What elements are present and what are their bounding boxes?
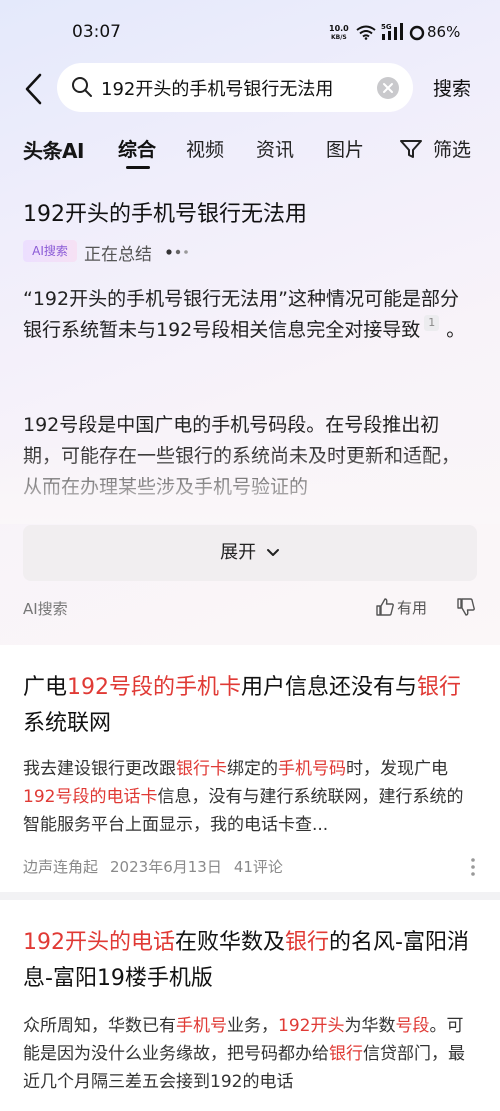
result-snippet: 我去建设银行更改跟银行卡绑定的手机号码时，发现广电192号段的电话卡信息，没有与… [23, 755, 477, 839]
tab-images[interactable]: 图片 [326, 135, 364, 162]
status-bar: 03:07 10.0 KB/S 5G 86% [0, 0, 500, 62]
snippet-part: 为华数 [344, 1016, 396, 1036]
title-part: 在败华数及 [175, 930, 286, 955]
network-speed-value: 10.0 [329, 24, 349, 33]
title-highlight: 192开头的电话 [23, 930, 175, 955]
snippet-part: 时，发现广电 [346, 759, 448, 779]
snippet-highlight: 192开头 [278, 1016, 345, 1036]
search-result-card[interactable]: 192开头的电话在败华数及银行的名风-富阳消息-富阳19楼手机版 众所周知，华数… [0, 900, 500, 1111]
title-highlight: 192号段的手机卡 [67, 675, 242, 700]
network-speed-unit: KB/S [331, 34, 347, 41]
clear-icon[interactable] [377, 77, 399, 99]
thumbs-down-icon[interactable] [457, 598, 475, 616]
tab-news[interactable]: 资讯 [256, 135, 294, 162]
snippet-highlight: 银行 [329, 1044, 363, 1064]
result-date: 2023年6月13日 [110, 858, 222, 876]
snippet-part: 众所周知，华数已有 [23, 1016, 176, 1036]
search-input[interactable]: 192开头的手机号银行无法用 [57, 63, 413, 112]
expand-button[interactable]: 展开 [23, 525, 477, 581]
chevron-down-icon [266, 549, 279, 556]
tab-bar: 头条AI 综合 视频 资讯 图片 筛选 [0, 130, 500, 170]
network-speed: 10.0 KB/S [329, 24, 349, 42]
result-snippet: 众所周知，华数已有手机号业务，192开头为华数号段。可能是因为没什么业务缘故，把… [23, 1012, 477, 1100]
search-submit-button[interactable]: 搜索 [433, 74, 471, 101]
active-tab-indicator [126, 166, 150, 169]
thumbs-up-icon [376, 598, 394, 616]
snippet-highlight: 手机号码 [278, 759, 346, 779]
snippet-part: 业务， [227, 1016, 278, 1036]
result-meta: 边声连角起 2023年6月13日 41评论 [23, 856, 295, 877]
title-part: 广电 [23, 675, 68, 700]
fade-overlay [0, 444, 500, 524]
result-title[interactable]: 广电192号段的手机卡用户信息还没有与银行系统联网 [23, 670, 477, 742]
ai-summary-title: 192开头的手机号银行无法用 [23, 202, 307, 227]
tab-general[interactable]: 综合 [118, 135, 156, 162]
back-arrow-icon[interactable] [20, 72, 48, 106]
result-author[interactable]: 边声连角起 [23, 858, 98, 876]
useful-label: 有用 [397, 599, 428, 617]
result-comments: 41评论 [233, 858, 283, 876]
useful-button[interactable]: 有用 [376, 597, 427, 618]
battery-icon [409, 25, 425, 41]
search-icon [72, 77, 92, 97]
status-time: 03:07 [72, 22, 121, 42]
loading-dots-icon [166, 249, 188, 255]
title-highlight: 银行 [417, 675, 462, 700]
wifi-icon [356, 25, 376, 40]
result-title[interactable]: 192开头的电话在败华数及银行的名风-富阳消息-富阳19楼手机版 [23, 925, 477, 997]
snippet-highlight: 192号段的电话卡 [23, 787, 158, 807]
search-result-card[interactable]: 广电192号段的手机卡用户信息还没有与银行系统联网 我去建设银行更改跟银行卡绑定… [0, 645, 500, 892]
tab-toutiao-ai[interactable]: 头条AI [23, 135, 84, 164]
signal-icon: 5G [381, 23, 403, 40]
snippet-part: 我去建设银行更改跟 [23, 759, 176, 779]
title-part: 用户信息还没有与 [241, 675, 418, 700]
expand-label: 展开 [220, 542, 257, 563]
ai-status-text: 正在总结 [84, 245, 152, 265]
tab-video[interactable]: 视频 [186, 135, 224, 162]
ai-source-label: AI搜索 [23, 600, 68, 618]
ai-summary-paragraph: “192开头的手机号银行无法用”这种情况可能是部分银行系统暂未与192号段相关信… [23, 284, 477, 346]
filter-icon[interactable] [400, 139, 422, 159]
ai-search-badge: AI搜索 [23, 240, 77, 262]
snippet-highlight: 手机号 [176, 1016, 227, 1036]
snippet-highlight: 号段 [395, 1016, 430, 1036]
citation-marker[interactable]: 1 [424, 315, 440, 331]
tab-filter[interactable]: 筛选 [433, 135, 471, 162]
snippet-highlight: 银行卡 [176, 759, 227, 779]
ai-summary-text-end: 。 [446, 319, 466, 341]
signal-label: 5G [381, 23, 392, 31]
search-query[interactable]: 192开头的手机号银行无法用 [101, 75, 361, 101]
title-highlight: 银行 [285, 930, 330, 955]
battery-percent: 86% [427, 23, 461, 41]
more-options-icon[interactable] [470, 857, 476, 877]
title-part: 系统联网 [23, 711, 112, 736]
ai-summary-text: “192开头的手机号银行无法用”这种情况可能是部分银行系统暂未与192号段相关信… [23, 288, 459, 341]
snippet-part: 绑定的 [227, 759, 278, 779]
